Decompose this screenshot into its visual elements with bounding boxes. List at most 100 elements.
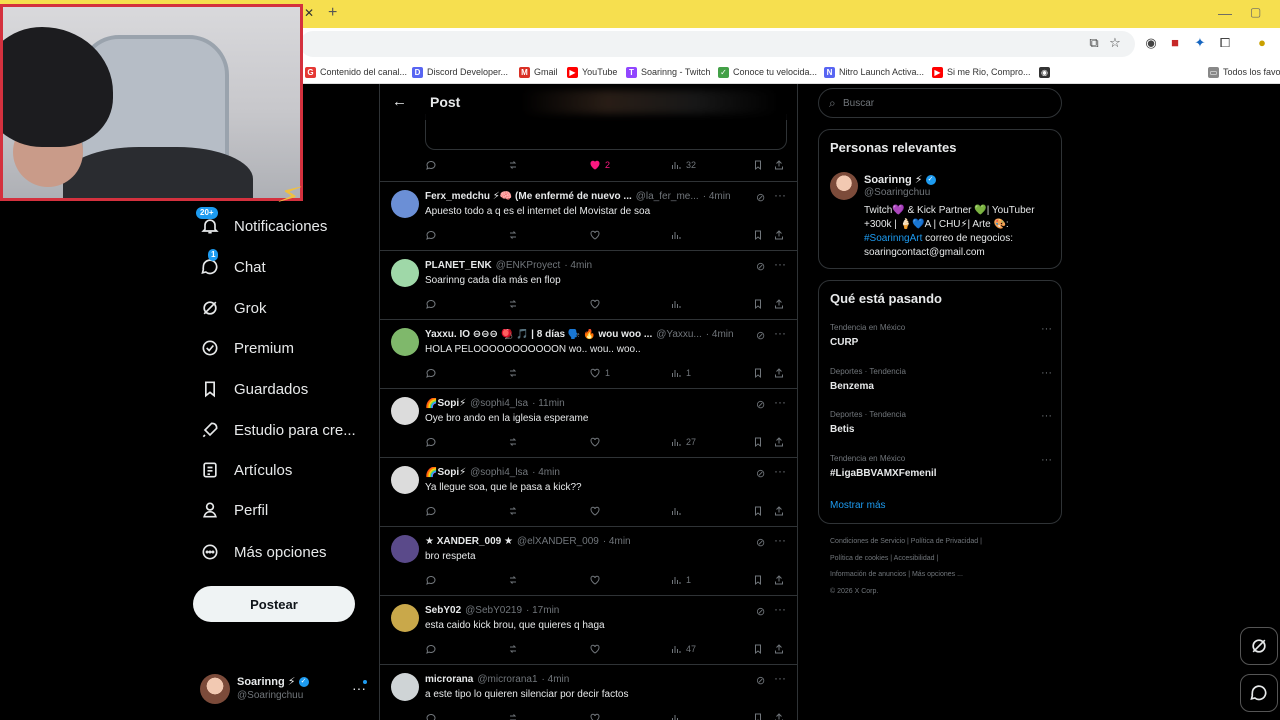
repost-icon[interactable] xyxy=(507,643,519,655)
views-button[interactable] xyxy=(670,505,686,517)
reply-post[interactable]: 🌈Sopi⚡ @sophi4_lsa · 11min ⊘ ··· Oye bro ando… xyxy=(380,388,797,457)
more-icon[interactable]: ··· xyxy=(774,671,786,685)
more-icon[interactable]: ··· xyxy=(1041,367,1052,379)
repost-icon[interactable] xyxy=(507,229,519,241)
reply-post[interactable]: Yaxxu. IO ⊖⊖⊖ 🪀 🎵 | 8 días 🗣️ 🔥 wou woo … xyxy=(380,319,797,388)
nav-bookmarks[interactable]: Guardados xyxy=(200,375,308,403)
extension-icon[interactable]: ◉ xyxy=(1143,35,1159,51)
avatar[interactable] xyxy=(391,535,419,563)
more-icon[interactable]: ··· xyxy=(774,326,786,340)
share-icon[interactable] xyxy=(773,505,785,517)
reply-icon[interactable] xyxy=(425,436,437,448)
chat-floating-button[interactable] xyxy=(1240,674,1278,712)
avatar[interactable] xyxy=(391,604,419,632)
more-icon[interactable]: ··· xyxy=(774,602,786,616)
more-icon[interactable]: ··· xyxy=(1041,410,1052,422)
trend-item[interactable]: Deportes · Tendencia Betis ··· xyxy=(830,410,1052,446)
share-icon[interactable] xyxy=(773,574,785,586)
reply-post[interactable]: microrana @microrana1 · 4min ⊘ ··· a este tip… xyxy=(380,664,797,720)
window-minimize-icon[interactable]: — xyxy=(1218,5,1232,21)
like-button[interactable] xyxy=(589,229,605,241)
bookmark-icon[interactable] xyxy=(752,574,764,586)
bookmark-item[interactable]: N Nitro Launch Activa... xyxy=(824,64,924,80)
footer-link-line[interactable]: Política de cookies | Accesibilidad | xyxy=(830,555,938,562)
nav-chat[interactable]: 1 Chat xyxy=(200,249,266,281)
repost-icon[interactable] xyxy=(507,505,519,517)
author-name[interactable]: Yaxxu. IO ⊖⊖⊖ 🪀 🎵 | 8 días 🗣️ 🔥 wou woo … xyxy=(425,329,652,340)
views-button[interactable]: 27 xyxy=(670,436,696,448)
extension-icon[interactable]: ✦ xyxy=(1192,35,1208,51)
reply-icon[interactable] xyxy=(425,643,437,655)
reply-post[interactable]: SebY02 @SebY0219 · 17min ⊘ ··· esta caido kic… xyxy=(380,595,797,664)
avatar[interactable] xyxy=(391,259,419,287)
bookmark-item[interactable]: D Discord Developer... xyxy=(412,64,508,80)
views-button[interactable]: 1 xyxy=(670,574,691,586)
like-button[interactable] xyxy=(589,436,605,448)
avatar[interactable] xyxy=(391,397,419,425)
more-icon[interactable]: ··· xyxy=(774,464,786,478)
show-more-link[interactable]: Mostrar más xyxy=(830,500,886,511)
views-button[interactable]: 1 xyxy=(670,367,691,379)
author-name[interactable]: 🌈Sopi⚡ xyxy=(425,467,466,478)
grok-icon[interactable]: ⊘ xyxy=(756,329,765,342)
author-name[interactable]: SebY02 xyxy=(425,605,461,616)
nav-profile[interactable]: Perfil xyxy=(200,496,268,524)
repost-icon[interactable] xyxy=(507,367,519,379)
reply-icon[interactable] xyxy=(425,712,437,720)
grok-icon[interactable]: ⊘ xyxy=(756,398,765,411)
repost-icon[interactable] xyxy=(507,298,519,310)
more-icon[interactable]: ··· xyxy=(774,395,786,409)
install-app-icon[interactable]: ⧉ xyxy=(1086,35,1102,51)
like-button[interactable] xyxy=(589,712,605,720)
bookmark-item[interactable]: M Gmail xyxy=(519,64,558,80)
bookmark-icon[interactable] xyxy=(752,159,764,171)
tab-close-icon[interactable]: ✕ xyxy=(304,6,314,20)
trend-item[interactable]: Deportes · Tendencia Benzema ··· xyxy=(830,367,1052,403)
relevant-person-name[interactable]: Soarinng ⚡ ✓ xyxy=(864,173,936,186)
views-button[interactable] xyxy=(670,298,686,310)
more-icon[interactable]: ··· xyxy=(774,188,786,202)
repost-icon[interactable] xyxy=(507,159,519,171)
bookmark-icon[interactable] xyxy=(752,505,764,517)
author-name[interactable]: PLANET_ENK xyxy=(425,260,492,271)
share-icon[interactable] xyxy=(773,159,785,171)
new-tab-icon[interactable]: + xyxy=(328,4,337,22)
avatar[interactable] xyxy=(830,172,858,200)
reply-icon[interactable] xyxy=(425,574,437,586)
like-button[interactable] xyxy=(589,574,605,586)
bookmark-icon[interactable] xyxy=(752,643,764,655)
author-name[interactable]: 🌈Sopi⚡ xyxy=(425,398,466,409)
repost-icon[interactable] xyxy=(507,436,519,448)
share-icon[interactable] xyxy=(773,229,785,241)
grok-icon[interactable]: ⊘ xyxy=(756,674,765,687)
nav-notifications[interactable]: 20+ Notificaciones xyxy=(196,207,327,240)
reply-post[interactable]: Ferx_medchu ⚡🧠 (Me enfermé de nuevo ... @… xyxy=(380,181,797,250)
nav-articles[interactable]: Artículos xyxy=(200,456,292,484)
views-button[interactable] xyxy=(670,229,686,241)
search-input[interactable]: ⌕ Buscar xyxy=(818,88,1062,118)
nav-more-options[interactable]: Más opciones xyxy=(200,538,327,566)
avatar[interactable] xyxy=(391,466,419,494)
share-icon[interactable] xyxy=(773,712,785,720)
bookmark-icon[interactable] xyxy=(752,436,764,448)
avatar[interactable] xyxy=(391,328,419,356)
profile-avatar-icon[interactable]: ● xyxy=(1254,35,1270,51)
avatar[interactable] xyxy=(391,190,419,218)
grok-icon[interactable]: ⊘ xyxy=(756,191,765,204)
reply-post[interactable]: 🌈Sopi⚡ @sophi4_lsa · 4min ⊘ ··· Ya llegue soa… xyxy=(380,457,797,526)
bookmark-icon[interactable] xyxy=(752,298,764,310)
hashtag-link[interactable]: #SoarinngArt xyxy=(864,233,922,244)
grok-floating-button[interactable] xyxy=(1240,627,1278,665)
share-icon[interactable] xyxy=(773,298,785,310)
more-icon[interactable]: ··· xyxy=(774,533,786,547)
reply-icon[interactable] xyxy=(425,229,437,241)
like-button[interactable] xyxy=(589,505,605,517)
like-button[interactable] xyxy=(589,298,605,310)
address-bar[interactable] xyxy=(300,31,1135,57)
reply-post[interactable]: PLANET_ENK @ENKProyect · 4min ⊘ ··· Soarinng … xyxy=(380,250,797,319)
views-button[interactable]: 32 xyxy=(670,159,696,171)
repost-icon[interactable] xyxy=(507,712,519,720)
views-button[interactable] xyxy=(670,712,686,720)
footer-link-line[interactable]: © 2026 X Corp. xyxy=(830,588,878,595)
repost-icon[interactable] xyxy=(507,574,519,586)
